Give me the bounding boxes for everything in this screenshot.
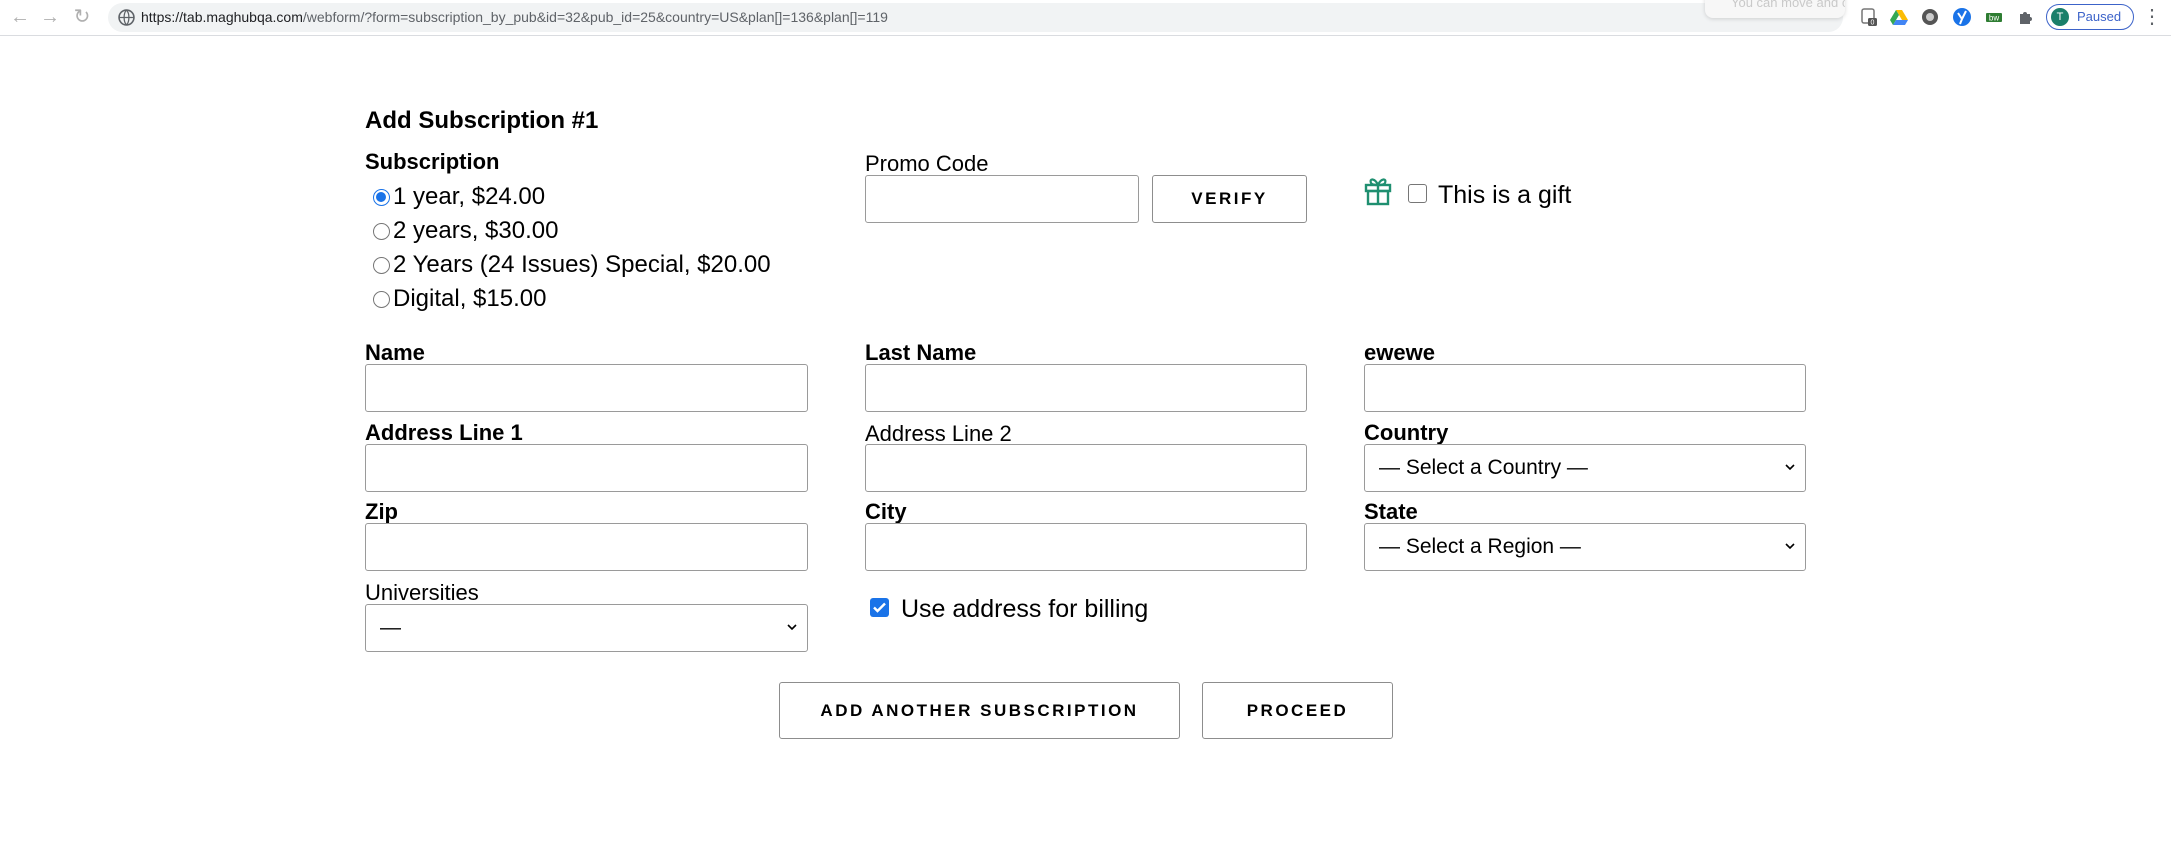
country-label: Country — [1364, 420, 1449, 445]
radio-button[interactable] — [373, 256, 390, 274]
zip-input[interactable] — [365, 523, 808, 571]
state-label: State — [1364, 499, 1418, 524]
site-info-icon[interactable] — [118, 9, 135, 26]
forward-arrow-icon[interactable]: → — [38, 6, 62, 28]
last-name-input[interactable] — [865, 364, 1307, 412]
svg-text:bw: bw — [1989, 14, 1999, 23]
add-another-subscription-button[interactable]: ADD ANOTHER SUBSCRIPTION — [779, 682, 1180, 739]
selection-tooltip: You can move and change the size of your… — [1705, 0, 1845, 18]
billing-checkbox[interactable] — [870, 598, 889, 617]
radio-button[interactable] — [373, 222, 390, 240]
city-label: City — [865, 499, 907, 524]
url-path: /webform/?form=subscription_by_pub&id=32… — [302, 9, 888, 25]
address-line-1-label: Address Line 1 — [365, 420, 523, 445]
city-input[interactable] — [865, 523, 1307, 571]
plan-label: 2 years, $30.00 — [393, 217, 559, 244]
back-arrow-icon[interactable]: ← — [8, 6, 32, 28]
ewewe-label: ewewe — [1364, 340, 1435, 365]
page-title: Add Subscription #1 — [365, 107, 599, 134]
profile-status: Paused — [2077, 9, 2122, 24]
universities-select[interactable]: — — [365, 604, 808, 652]
avatar: T — [2051, 8, 2069, 26]
svg-text:0: 0 — [1871, 20, 1875, 27]
plan-label: 2 Years (24 Issues) Special, $20.00 — [393, 251, 771, 278]
address-line-1-input[interactable] — [365, 444, 808, 492]
circle-extension-icon[interactable] — [1919, 7, 1941, 29]
plan-option[interactable]: 2 years, $30.00 — [373, 216, 558, 246]
gift-checkbox[interactable] — [1408, 184, 1427, 203]
country-selected-value: — Select a Country — — [1379, 456, 1588, 479]
promo-code-label: Promo Code — [865, 151, 989, 176]
gift-icon — [1364, 178, 1392, 206]
tab-counter-icon[interactable]: 0 — [1858, 7, 1880, 29]
zip-label: Zip — [365, 499, 398, 524]
gift-label: This is a gift — [1438, 181, 1572, 209]
last-name-label: Last Name — [865, 340, 977, 365]
radio-button[interactable] — [373, 188, 390, 206]
ewewe-input[interactable] — [1364, 364, 1806, 412]
country-select[interactable]: — Select a Country — — [1364, 444, 1806, 492]
url-host: https://tab.maghubqa.com — [141, 9, 303, 25]
extensions-puzzle-icon[interactable] — [2015, 7, 2037, 29]
subscription-label: Subscription — [365, 149, 500, 174]
address-bar[interactable]: https://tab.maghubqa.com/webform/?form=s… — [108, 3, 1843, 32]
browser-toolbar: ← → ↻ https://tab.maghubqa.com/webform/?… — [0, 0, 2171, 36]
name-label: Name — [365, 340, 425, 365]
proceed-button[interactable]: PROCEED — [1202, 682, 1393, 739]
plan-option[interactable]: 2 Years (24 Issues) Special, $20.00 — [373, 250, 771, 280]
name-input[interactable] — [365, 364, 808, 412]
reload-icon[interactable]: ↻ — [70, 6, 94, 28]
radio-button[interactable] — [373, 290, 390, 308]
url-text: https://tab.maghubqa.com/webform/?form=s… — [141, 3, 888, 32]
checkmark-icon — [873, 602, 886, 613]
plan-option[interactable]: Digital, $15.00 — [373, 284, 546, 314]
billing-label: Use address for billing — [901, 595, 1149, 623]
profile-button[interactable]: T Paused — [2046, 4, 2134, 30]
yoast-extension-icon[interactable] — [1951, 7, 1973, 29]
more-menu-icon[interactable]: ⋮ — [2142, 5, 2162, 29]
chevron-down-icon — [1785, 543, 1795, 550]
state-select[interactable]: — Select a Region — — [1364, 523, 1806, 571]
universities-label: Universities — [365, 580, 479, 605]
universities-selected-value: — — [380, 616, 401, 639]
chevron-down-icon — [787, 624, 797, 631]
address-line-2-input[interactable] — [865, 444, 1307, 492]
plan-label: Digital, $15.00 — [393, 285, 547, 312]
google-drive-icon[interactable] — [1888, 7, 1910, 29]
promo-code-input[interactable] — [865, 175, 1139, 223]
verify-button[interactable]: VERIFY — [1152, 175, 1307, 223]
plan-option[interactable]: 1 year, $24.00 — [373, 182, 545, 212]
chevron-down-icon — [1785, 464, 1795, 471]
state-selected-value: — Select a Region — — [1379, 535, 1581, 558]
bw-extension-icon[interactable]: bw — [1983, 7, 2005, 29]
plan-label: 1 year, $24.00 — [393, 183, 546, 210]
